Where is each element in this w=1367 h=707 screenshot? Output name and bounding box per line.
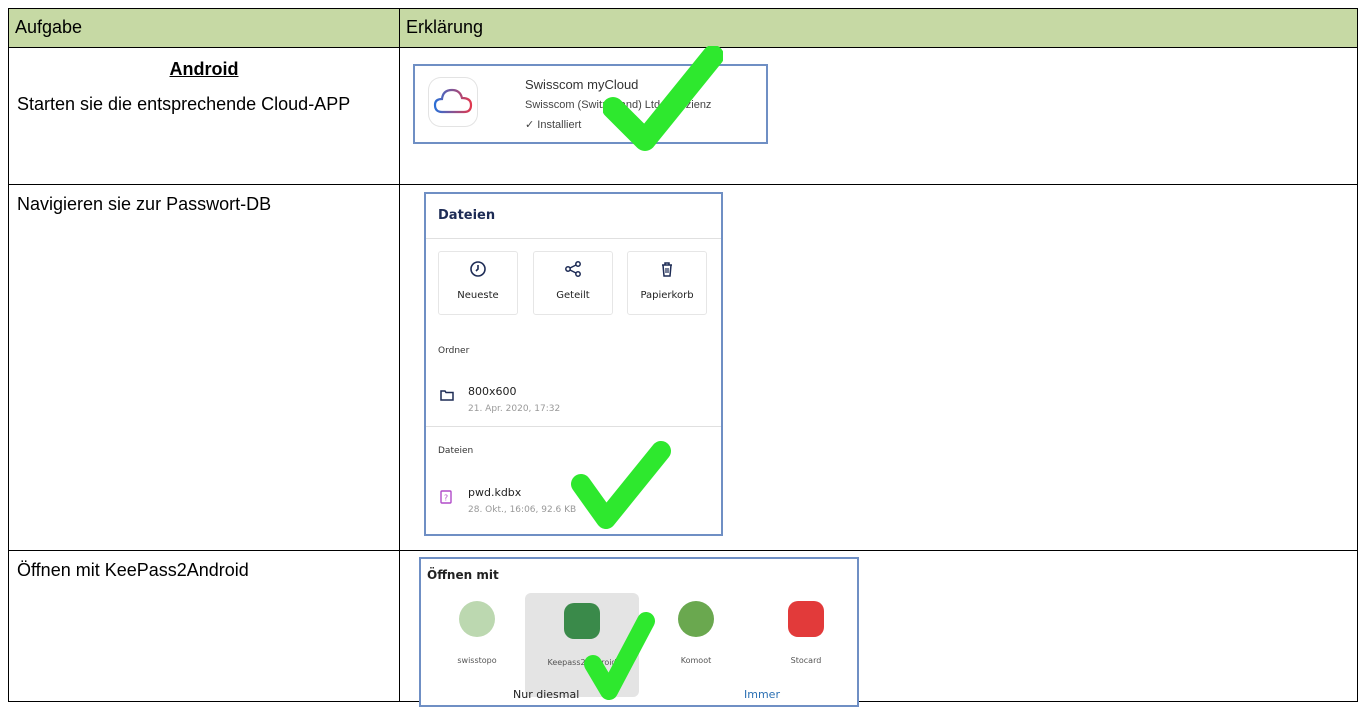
open-with-title: Öffnen mit	[427, 568, 499, 582]
header-aufgabe: Aufgabe	[8, 8, 400, 48]
unknown-file-icon: ?	[440, 490, 452, 504]
recent-button[interactable]: Neueste	[438, 251, 518, 315]
app-label: swisstopo	[457, 656, 497, 665]
task-cell-1: Android Starten sie die entsprechende Cl…	[8, 47, 400, 185]
just-once-button[interactable]: Nur diesmal	[513, 683, 579, 706]
app-name: Swisscom myCloud	[525, 77, 639, 92]
task-text-3: Öffnen mit KeePass2Android	[17, 560, 249, 580]
folder-icon	[440, 390, 454, 401]
keepass-icon	[564, 603, 600, 639]
svg-text:?: ?	[444, 494, 448, 503]
trash-icon	[662, 262, 672, 277]
divider	[426, 238, 721, 239]
task-cell-2: Navigieren sie zur Passwort-DB	[8, 184, 400, 551]
instruction-table: Aufgabe Erklärung Android Starten sie di…	[8, 8, 1358, 707]
task-text-2: Navigieren sie zur Passwort-DB	[17, 194, 272, 214]
files-title: Dateien	[438, 208, 496, 223]
recent-label: Neueste	[457, 290, 499, 301]
open-with-screenshot: Öffnen mit swisstopo Keepass2Android Kom…	[419, 557, 859, 707]
trash-button[interactable]: Papierkorb	[627, 251, 707, 315]
android-heading: Android	[169, 59, 239, 79]
files-section-label: Dateien	[438, 446, 474, 456]
shared-button[interactable]: Geteilt	[533, 251, 613, 315]
trash-label: Papierkorb	[640, 290, 694, 301]
app-label: Keepass2Android	[547, 658, 617, 667]
checkmark-icon	[571, 441, 671, 529]
files-app-screenshot: Dateien Neueste Geteilt Papierkorb Ordne…	[424, 192, 723, 536]
app-option-keepass2android[interactable]: Keepass2Android	[525, 593, 639, 697]
app-status: ✓ Installiert	[525, 119, 582, 131]
app-label: Stocard	[790, 656, 822, 665]
explanation-cell-2: Dateien Neueste Geteilt Papierkorb Ordne…	[399, 184, 1358, 551]
mountain-icon	[678, 601, 714, 637]
app-label: Komoot	[680, 656, 712, 665]
app-option-swisstopo[interactable]: swisstopo	[427, 593, 527, 672]
explanation-cell-1: Swisscom myCloud Swisscom (Switzerland) …	[399, 46, 1358, 185]
explanation-cell-3: Öffnen mit swisstopo Keepass2Android Kom…	[399, 550, 1358, 707]
divider	[426, 426, 721, 427]
folders-section-label: Ordner	[438, 346, 470, 356]
card-icon	[788, 601, 824, 637]
app-option-komoot[interactable]: Komoot	[646, 593, 746, 672]
always-button[interactable]: Immer	[744, 683, 780, 706]
shared-label: Geteilt	[556, 290, 590, 301]
app-option-stocard[interactable]: Stocard	[756, 593, 856, 672]
map-icon	[459, 601, 495, 637]
file-meta: 28. Okt., 16:06, 92.6 KB	[468, 505, 577, 515]
task-cell-3: Öffnen mit KeePass2Android	[8, 550, 400, 702]
cloud-app-icon	[429, 78, 477, 126]
header-erklaerung: Erklärung	[399, 8, 1358, 48]
folder-meta: 21. Apr. 2020, 17:32	[468, 404, 561, 414]
share-icon	[565, 261, 581, 277]
task-text-1: Starten sie die entsprechende Cloud-APP	[17, 94, 351, 114]
app-store-screenshot: Swisscom myCloud Swisscom (Switzerland) …	[413, 46, 768, 151]
clock-icon	[470, 261, 486, 277]
